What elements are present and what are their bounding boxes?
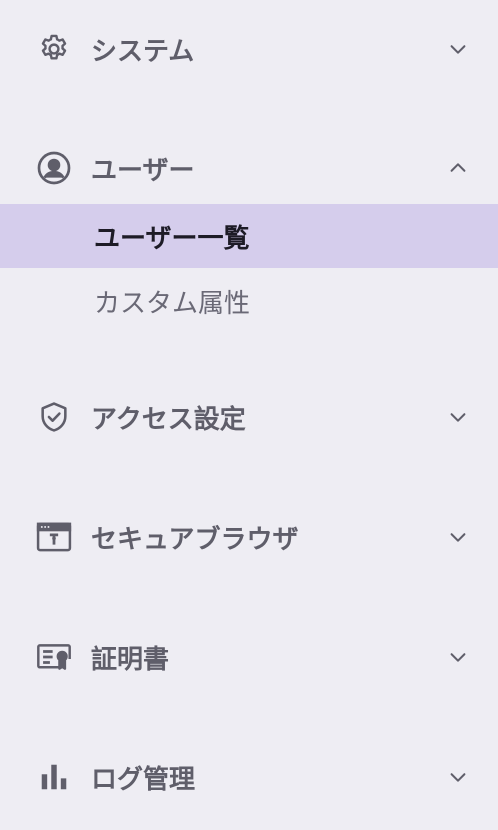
nav-section-label: ログ管理 bbox=[91, 764, 196, 795]
sidebar-nav: システム ユーザー ユーザー一覧 カスタム属性 アクセス設定 セキュアブラウザ … bbox=[0, 0, 498, 830]
browser-window-icon bbox=[36, 519, 72, 555]
nav-section-access-settings[interactable]: アクセス設定 bbox=[0, 387, 498, 447]
nav-section-certificates[interactable]: 証明書 bbox=[0, 627, 498, 687]
nav-section-secure-browser[interactable]: セキュアブラウザ bbox=[0, 507, 498, 567]
nav-item-custom-attributes[interactable]: カスタム属性 bbox=[0, 269, 498, 333]
nav-section-label: アクセス設定 bbox=[91, 404, 246, 435]
chevron-down-icon bbox=[446, 405, 470, 429]
chevron-down-icon bbox=[446, 37, 470, 61]
nav-item-label: ユーザー一覧 bbox=[94, 223, 250, 254]
nav-section-log-management[interactable]: ログ管理 bbox=[0, 747, 498, 807]
chevron-down-icon bbox=[446, 525, 470, 549]
nav-item-label: カスタム属性 bbox=[94, 288, 251, 319]
nav-section-label: システム bbox=[91, 36, 195, 67]
nav-item-user-list[interactable]: ユーザー一覧 bbox=[0, 204, 498, 268]
nav-section-label: 証明書 bbox=[91, 644, 170, 675]
chevron-up-icon bbox=[446, 156, 470, 180]
user-circle-icon bbox=[36, 150, 72, 186]
chevron-down-icon bbox=[446, 645, 470, 669]
nav-section-label: ユーザー bbox=[91, 155, 195, 186]
bar-chart-icon bbox=[36, 759, 72, 795]
chevron-down-icon bbox=[446, 765, 470, 789]
nav-section-system[interactable]: システム bbox=[0, 19, 498, 79]
gear-icon bbox=[36, 31, 72, 67]
shield-check-icon bbox=[36, 399, 72, 435]
nav-section-label: セキュアブラウザ bbox=[91, 524, 299, 555]
nav-section-user[interactable]: ユーザー bbox=[0, 138, 498, 198]
certificate-icon bbox=[36, 639, 72, 675]
